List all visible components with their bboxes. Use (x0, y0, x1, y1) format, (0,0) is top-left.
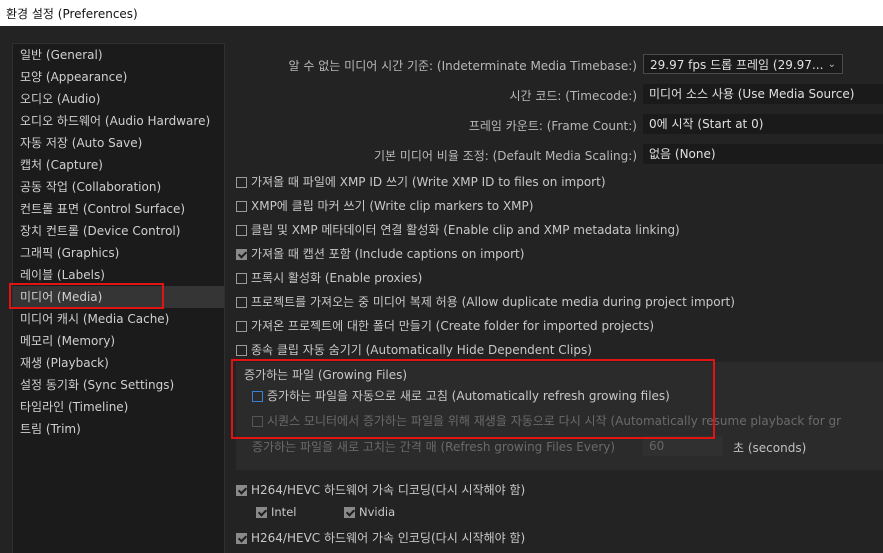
checkbox-nvidia[interactable]: Nvidia (344, 505, 395, 525)
timebase-dropdown[interactable]: 29.97 fps 드롭 프레임 (29.97... ⌄ (643, 54, 843, 74)
title-bar: 환경 설정 (Preferences) (0, 0, 883, 26)
sidebar-item-playback[interactable]: 재생 (Playback) (13, 352, 224, 374)
scaling-dropdown[interactable]: 없음 (None) (643, 144, 883, 164)
checkbox-allow-duplicate-media[interactable]: 프로젝트를 가져오는 중 미디어 복제 허용 (Allow duplicate … (236, 293, 735, 313)
checkbox-label: 프록시 활성화 (Enable proxies) (251, 271, 423, 285)
checkbox-label: 가져올 때 캡션 포함 (Include captions on import) (251, 247, 525, 261)
checkbox-box[interactable] (236, 297, 247, 308)
checkbox-label: 종속 클립 자동 숨기기 (Automatically Hide Depende… (251, 343, 592, 357)
refresh-interval-input[interactable]: 60 (643, 436, 723, 456)
chevron-down-icon: ⌄ (827, 59, 836, 70)
checkbox-box[interactable] (256, 507, 267, 518)
checkbox-box[interactable] (236, 321, 247, 332)
sidebar-item-appearance[interactable]: 모양 (Appearance) (13, 66, 224, 88)
checkbox-box[interactable] (236, 485, 247, 496)
checkbox-label: 프로젝트를 가져오는 중 미디어 복제 허용 (Allow duplicate … (251, 295, 735, 309)
sidebar-item-memory[interactable]: 메모리 (Memory) (13, 330, 224, 352)
sidebar-item-media[interactable]: 미디어 (Media) (13, 286, 224, 308)
checkbox-label: XMP에 클립 마커 쓰기 (Write clip markers to XMP… (251, 199, 534, 213)
frame-count-label: 프레임 카운트: (Frame Count:) (468, 119, 637, 133)
sidebar-item-labels[interactable]: 레이블 (Labels) (13, 264, 224, 286)
sidebar-item-graphics[interactable]: 그래픽 (Graphics) (13, 242, 224, 264)
checkbox-label: 증가하는 파일을 자동으로 새로 고침 (Automatically refre… (267, 389, 670, 403)
checkbox-box[interactable] (236, 533, 247, 544)
checkbox-box[interactable] (236, 345, 247, 356)
checkbox-label: 시퀀스 모니터에서 증가하는 파일을 위해 재생을 자동으로 다시 시작 (Au… (267, 414, 842, 428)
sidebar-item-capture[interactable]: 캡처 (Capture) (13, 154, 224, 176)
sidebar-item-collaboration[interactable]: 공동 작업 (Collaboration) (13, 176, 224, 198)
timecode-dropdown[interactable]: 미디어 소스 사용 (Use Media Source) (643, 84, 883, 104)
checkbox-box[interactable] (252, 416, 263, 427)
checkbox-write-xmp-id[interactable]: 가져올 때 파일에 XMP ID 쓰기 (Write XMP ID to fil… (236, 173, 606, 193)
checkbox-hw-encode[interactable]: H264/HEVC 하드웨어 가속 인코딩(다시 시작해야 함) (236, 529, 525, 549)
sidebar-item-trim[interactable]: 트림 (Trim) (13, 418, 224, 440)
refresh-interval-label: 증가하는 파일을 새로 고치는 간격 매 (Refresh growing Fi… (252, 440, 616, 454)
frame-count-dropdown[interactable]: 0에 시작 (Start at 0) (643, 114, 883, 134)
checkbox-box[interactable] (236, 273, 247, 284)
sidebar-item-control-surface[interactable]: 컨트롤 표면 (Control Surface) (13, 198, 224, 220)
checkbox-label: 클립 및 XMP 메타데이터 연결 활성화 (Enable clip and X… (251, 223, 680, 237)
timebase-label: 알 수 없는 미디어 시간 기준: (Indeterminate Media T… (288, 59, 637, 73)
checkbox-auto-refresh-growing[interactable]: 증가하는 파일을 자동으로 새로 고침 (Automatically refre… (252, 387, 670, 407)
sidebar-item-device-control[interactable]: 장치 컨트롤 (Device Control) (13, 220, 224, 242)
checkbox-box[interactable] (236, 201, 247, 212)
timebase-value: 29.97 fps 드롭 프레임 (29.97... (650, 58, 824, 72)
checkbox-label: H264/HEVC 하드웨어 가속 인코딩(다시 시작해야 함) (251, 531, 526, 545)
sidebar-item-general[interactable]: 일반 (General) (13, 44, 224, 66)
checkbox-hw-decode[interactable]: H264/HEVC 하드웨어 가속 디코딩(다시 시작해야 함) (236, 481, 525, 501)
preferences-sidebar: 일반 (General) 모양 (Appearance) 오디오 (Audio)… (12, 43, 225, 553)
checkbox-box[interactable] (236, 177, 247, 188)
seconds-unit-label: 초 (seconds) (733, 441, 807, 455)
sidebar-item-media-cache[interactable]: 미디어 캐시 (Media Cache) (13, 308, 224, 330)
checkbox-label: 가져온 프로젝트에 대한 폴더 만들기 (Create folder for i… (251, 319, 655, 333)
checkbox-box[interactable] (344, 507, 355, 518)
checkbox-box[interactable] (236, 225, 247, 236)
checkbox-include-captions[interactable]: 가져올 때 캡션 포함 (Include captions on import) (236, 245, 524, 265)
checkbox-label: H264/HEVC 하드웨어 가속 디코딩(다시 시작해야 함) (251, 483, 526, 497)
window-title: 환경 설정 (Preferences) (6, 7, 138, 21)
sidebar-item-sync-settings[interactable]: 설정 동기화 (Sync Settings) (13, 374, 224, 396)
checkbox-label: Intel (271, 505, 297, 519)
checkbox-write-clip-markers[interactable]: XMP에 클립 마커 쓰기 (Write clip markers to XMP… (236, 197, 533, 217)
scaling-label: 기본 미디어 비율 조정: (Default Media Scaling:) (373, 149, 637, 163)
timecode-label: 시간 코드: (Timecode:) (509, 89, 637, 103)
checkbox-label: Nvidia (359, 505, 396, 519)
checkbox-intel[interactable]: Intel (256, 505, 296, 525)
sidebar-item-audio-hardware[interactable]: 오디오 하드웨어 (Audio Hardware) (13, 110, 224, 132)
checkbox-xmp-linking[interactable]: 클립 및 XMP 메타데이터 연결 활성화 (Enable clip and X… (236, 221, 680, 241)
sidebar-item-audio[interactable]: 오디오 (Audio) (13, 88, 224, 110)
checkbox-box[interactable] (252, 391, 263, 402)
checkbox-hide-dependent-clips[interactable]: 종속 클립 자동 숨기기 (Automatically Hide Depende… (236, 341, 592, 361)
sidebar-item-timeline[interactable]: 타임라인 (Timeline) (13, 396, 224, 418)
checkbox-enable-proxies[interactable]: 프록시 활성화 (Enable proxies) (236, 269, 422, 289)
growing-files-heading: 증가하는 파일 (Growing Files) (244, 368, 408, 382)
checkbox-box[interactable] (236, 249, 247, 260)
sidebar-item-auto-save[interactable]: 자동 저장 (Auto Save) (13, 132, 224, 154)
checkbox-create-folder[interactable]: 가져온 프로젝트에 대한 폴더 만들기 (Create folder for i… (236, 317, 654, 337)
checkbox-label: 가져올 때 파일에 XMP ID 쓰기 (Write XMP ID to fil… (251, 175, 606, 189)
checkbox-auto-resume-playback[interactable]: 시퀀스 모니터에서 증가하는 파일을 위해 재생을 자동으로 다시 시작 (Au… (252, 412, 883, 432)
